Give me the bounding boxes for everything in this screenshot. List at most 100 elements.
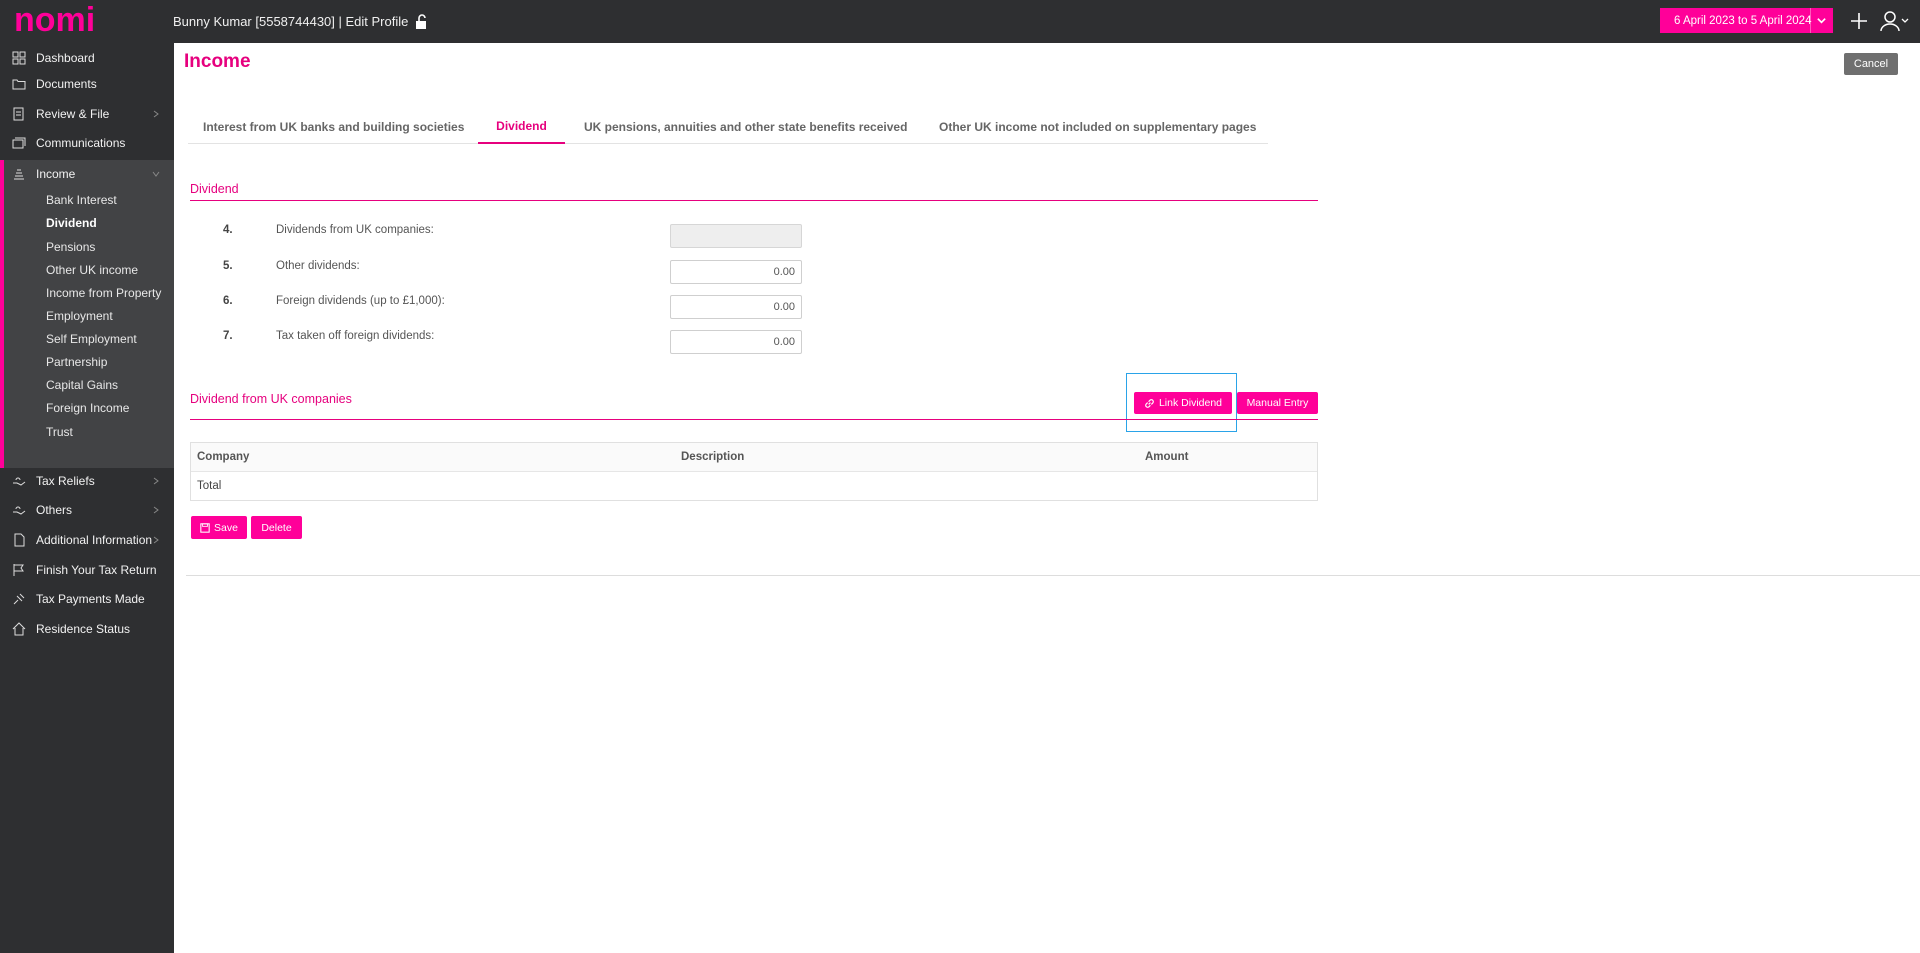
home-icon — [12, 622, 26, 636]
row-number: 7. — [223, 330, 233, 342]
sidebar-item-label: Income — [36, 167, 76, 181]
tab-other-uk-income[interactable]: Other UK income not included on suppleme… — [939, 110, 1256, 144]
dropdown-separator — [1810, 8, 1811, 33]
column-header-company: Company — [197, 451, 250, 463]
sidebar-item-finish-tax-return[interactable]: Finish Your Tax Return — [0, 556, 174, 584]
dashboard-icon — [12, 51, 26, 65]
link-dividend-label: Link Dividend — [1158, 397, 1223, 409]
chevron-right-icon — [153, 110, 159, 118]
cancel-button[interactable]: Cancel — [1844, 53, 1898, 75]
sidebar-sub-item[interactable]: Pensions — [46, 237, 95, 257]
tab-uk-pensions[interactable]: UK pensions, annuities and other state b… — [584, 110, 907, 144]
income-section: Income Bank Interest Dividend Pensions O… — [0, 160, 174, 468]
chevron-right-icon — [153, 477, 159, 485]
uk-companies-section-title: Dividend from UK companies — [190, 392, 352, 406]
profile-title: Bunny Kumar [5558744430] | Edit Profile — [173, 0, 430, 43]
row-label: Tax taken off foreign dividends: — [276, 330, 435, 342]
sidebar-item-label: Review & File — [36, 107, 110, 121]
link-icon — [1145, 398, 1154, 408]
sidebar-sub-item[interactable]: Trust — [46, 422, 73, 442]
messages-icon — [12, 137, 26, 149]
sidebar-item-tax-payments[interactable]: Tax Payments Made — [0, 585, 174, 613]
column-header-description: Description — [681, 451, 745, 463]
sidebar-item-label: Communications — [36, 136, 126, 150]
save-icon — [200, 522, 210, 533]
income-icon — [14, 169, 24, 180]
sidebar-item-dashboard[interactable]: Dashboard — [0, 44, 174, 72]
row-number: 4. — [223, 224, 233, 236]
content-divider — [186, 575, 1920, 576]
row-label: Foreign dividends (up to £1,000): — [276, 295, 445, 307]
user-menu-icon[interactable] — [1880, 10, 1910, 32]
chevron-down-icon — [1817, 18, 1826, 24]
uk-dividends-input — [670, 224, 802, 248]
plus-icon[interactable] — [1849, 11, 1869, 31]
sidebar-item-label: Tax Payments Made — [36, 592, 145, 606]
chevron-right-icon — [153, 536, 159, 544]
sidebar-sub-item-active[interactable]: Dividend — [46, 213, 97, 233]
flag-icon — [13, 564, 24, 576]
other-dividends-input[interactable] — [670, 260, 802, 284]
sidebar-item-others[interactable]: Others — [0, 496, 174, 524]
sidebar-sub-item[interactable]: Income from Property — [46, 283, 161, 303]
sidebar-sub-item[interactable]: Self Employment — [46, 329, 137, 349]
sidebar-item-label: Finish Your Tax Return — [36, 563, 157, 577]
column-header-amount: Amount — [1145, 451, 1189, 463]
delete-button[interactable]: Delete — [251, 516, 302, 539]
row-number: 5. — [223, 260, 233, 272]
row-label: Dividends from UK companies: — [276, 224, 434, 236]
manual-entry-button[interactable]: Manual Entry — [1237, 392, 1318, 414]
foreign-dividends-input[interactable] — [670, 295, 802, 319]
sidebar-sub-item[interactable]: Foreign Income — [46, 398, 129, 418]
save-label: Save — [214, 521, 238, 534]
sidebar-sub-item[interactable]: Other UK income — [46, 260, 138, 280]
profile-title-text: Bunny Kumar [5558744430] | Edit Profile — [173, 14, 409, 29]
dividend-section-title: Dividend — [190, 182, 239, 196]
table-total-label: Total — [197, 480, 222, 492]
tax-year-label: 6 April 2023 to 5 April 2024 — [1674, 14, 1812, 27]
sidebar-item-label: Tax Reliefs — [36, 474, 95, 488]
svg-text:nomi: nomi — [14, 3, 95, 39]
top-bar: nomi Bunny Kumar [5558744430] | Edit Pro… — [0, 0, 1920, 43]
tab-dividend[interactable]: Dividend — [478, 110, 565, 144]
sidebar-sub-item[interactable]: Partnership — [46, 352, 107, 372]
sidebar-item-label: Residence Status — [36, 622, 131, 636]
sidebar-sub-item[interactable]: Capital Gains — [46, 375, 118, 395]
folder-icon — [12, 79, 26, 90]
sidebar-item-tax-reliefs[interactable]: Tax Reliefs — [0, 467, 174, 495]
sidebar-item-review-file[interactable]: Review & File — [0, 100, 174, 128]
sidebar-item-income[interactable]: Income — [0, 160, 174, 188]
sidebar-item-documents[interactable]: Documents — [0, 70, 174, 98]
section-divider — [190, 200, 1318, 201]
sidebar-sub-item[interactable]: Employment — [46, 306, 113, 326]
sidebar-item-communications[interactable]: Communications — [0, 129, 174, 157]
nomi-logo[interactable]: nomi — [14, 3, 174, 39]
sidebar-item-label: Documents — [36, 77, 97, 91]
page-title: Income — [184, 51, 251, 72]
row-number: 6. — [223, 295, 233, 307]
tab-uk-banks-interest[interactable]: Interest from UK banks and building soci… — [203, 110, 464, 144]
dividend-table: Company Description Amount Total — [190, 442, 1318, 501]
foreign-tax-input[interactable] — [670, 330, 802, 354]
chevron-down-icon — [152, 171, 160, 177]
sidebar-item-label: Additional Information — [36, 533, 153, 547]
sidebar-sub-item[interactable]: Bank Interest — [46, 190, 117, 210]
document-icon — [14, 533, 25, 547]
sidebar-item-label: Others — [36, 503, 73, 517]
link-dividend-button[interactable]: Link Dividend — [1134, 392, 1232, 414]
sidebar: Dashboard Documents Review & File Commun… — [0, 43, 174, 953]
income-tabs: Interest from UK banks and building soci… — [188, 110, 1268, 144]
unlock-icon[interactable] — [414, 13, 430, 30]
sidebar-item-additional-information[interactable]: Additional Information — [0, 526, 174, 554]
pin-icon — [13, 593, 25, 605]
chevron-right-icon — [153, 506, 159, 514]
save-button[interactable]: Save — [191, 516, 247, 539]
tax-year-dropdown[interactable]: 6 April 2023 to 5 April 2024 — [1660, 8, 1833, 33]
sidebar-item-label: Dashboard — [36, 51, 95, 65]
hand-icon — [13, 506, 26, 515]
section-divider — [190, 419, 1318, 420]
hand-icon — [13, 477, 26, 486]
row-label: Other dividends: — [276, 260, 360, 272]
review-icon — [13, 107, 24, 121]
sidebar-item-residence-status[interactable]: Residence Status — [0, 615, 174, 643]
